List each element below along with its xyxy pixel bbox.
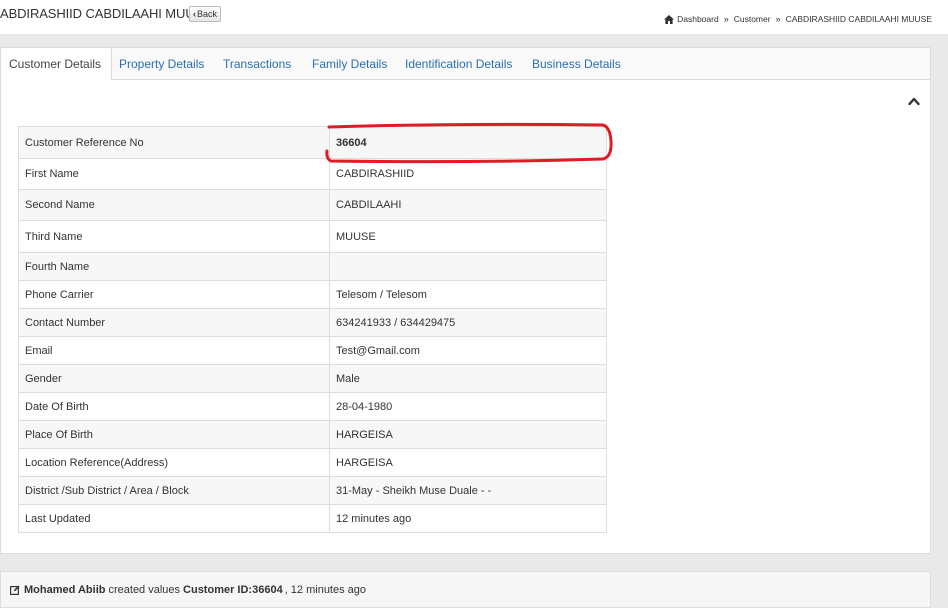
row-label: Location Reference(Address) bbox=[18, 448, 330, 477]
row-label: Contact Number bbox=[18, 308, 330, 337]
tab-transactions[interactable]: Transactions bbox=[223, 48, 291, 80]
vertical-scrollbar[interactable] bbox=[942, 34, 948, 608]
row-value: HARGEISA bbox=[329, 420, 607, 449]
page-title: ABDIRASHIID CABDILAAHI MUUSE bbox=[0, 6, 212, 21]
breadcrumb-customer[interactable]: Customer bbox=[734, 14, 771, 24]
row-value: Male bbox=[329, 364, 607, 393]
chevron-up-icon[interactable] bbox=[908, 96, 920, 106]
activity-log: Mohamed Abiib created values Customer ID… bbox=[0, 571, 931, 608]
row-label: Third Name bbox=[18, 220, 330, 253]
table-row: Last Updated 12 minutes ago bbox=[18, 504, 607, 533]
table-row: Customer Reference No 36604 bbox=[18, 126, 607, 159]
row-value: CABDILAAHI bbox=[329, 189, 607, 221]
row-label: District /Sub District / Area / Block bbox=[18, 476, 330, 505]
tab-customer-details[interactable]: Customer Details bbox=[1, 48, 113, 81]
tab-identification-details[interactable]: Identification Details bbox=[405, 48, 512, 80]
row-label: Gender bbox=[18, 364, 330, 393]
row-value bbox=[329, 252, 607, 281]
table-row: Date Of Birth 28-04-1980 bbox=[18, 392, 607, 421]
customer-panel: Customer Details Property Details Transa… bbox=[0, 47, 931, 554]
row-value: Test@Gmail.com bbox=[329, 336, 607, 365]
edit-icon bbox=[10, 585, 20, 595]
row-label: Fourth Name bbox=[18, 252, 330, 281]
row-value: 12 minutes ago bbox=[329, 504, 607, 533]
row-value: 634241933 / 634429475 bbox=[329, 308, 607, 337]
table-row: Third Name MUUSE bbox=[18, 220, 607, 253]
row-value: 36604 bbox=[329, 126, 607, 159]
row-label: Date Of Birth bbox=[18, 392, 330, 421]
tab-bar: Customer Details Property Details Transa… bbox=[1, 48, 930, 81]
row-label: First Name bbox=[18, 158, 330, 190]
table-row: Fourth Name bbox=[18, 252, 607, 281]
row-value: 28-04-1980 bbox=[329, 392, 607, 421]
breadcrumb-current: CABDIRASHIID CABDILAAHI MUUSE bbox=[785, 14, 932, 24]
activity-target: Customer ID:36604 bbox=[183, 583, 283, 596]
table-row: Gender Male bbox=[18, 364, 607, 393]
tab-family-details[interactable]: Family Details bbox=[312, 48, 387, 80]
row-value: HARGEISA bbox=[329, 448, 607, 477]
row-label: Phone Carrier bbox=[18, 280, 330, 309]
row-value: Telesom / Telesom bbox=[329, 280, 607, 309]
back-button[interactable]: ‹ Back bbox=[189, 6, 222, 22]
back-button-label: Back bbox=[197, 9, 218, 19]
row-value: CABDIRASHIID bbox=[329, 158, 607, 190]
breadcrumb-separator: » bbox=[723, 14, 729, 24]
page-header: ABDIRASHIID CABDILAAHI MUUSE ‹ Back Dash… bbox=[0, 0, 948, 34]
breadcrumb-separator: » bbox=[775, 14, 781, 24]
row-label: Email bbox=[18, 336, 330, 365]
table-row: Place Of Birth HARGEISA bbox=[18, 420, 607, 449]
chevron-left-icon: ‹ bbox=[193, 9, 196, 19]
table-row: Email Test@Gmail.com bbox=[18, 336, 607, 365]
breadcrumb: Dashboard » Customer » CABDIRASHIID CABD… bbox=[664, 14, 932, 24]
activity-time: , 12 minutes ago bbox=[284, 583, 367, 596]
breadcrumb-dashboard[interactable]: Dashboard bbox=[677, 14, 719, 24]
row-label: Last Updated bbox=[18, 504, 330, 533]
row-label: Place Of Birth bbox=[18, 420, 330, 449]
home-icon bbox=[664, 14, 675, 24]
row-label: Second Name bbox=[18, 189, 330, 221]
row-value: 31-May - Sheikh Muse Duale - - bbox=[329, 476, 607, 505]
row-label: Customer Reference No bbox=[18, 126, 330, 159]
tab-business-details[interactable]: Business Details bbox=[532, 48, 621, 80]
table-row: District /Sub District / Area / Block 31… bbox=[18, 476, 607, 505]
activity-action: created values bbox=[108, 583, 181, 596]
table-row: Phone Carrier Telesom / Telesom bbox=[18, 280, 607, 309]
table-row: Location Reference(Address) HARGEISA bbox=[18, 448, 607, 477]
activity-user[interactable]: Mohamed Abiib bbox=[24, 584, 105, 596]
table-row: Second Name CABDILAAHI bbox=[18, 189, 607, 221]
table-row: First Name CABDIRASHIID bbox=[18, 158, 607, 190]
customer-details-table: Customer Reference No 36604 First Name C… bbox=[18, 126, 607, 533]
row-value: MUUSE bbox=[329, 220, 607, 253]
tab-property-details[interactable]: Property Details bbox=[119, 48, 204, 80]
table-row: Contact Number 634241933 / 634429475 bbox=[18, 308, 607, 337]
